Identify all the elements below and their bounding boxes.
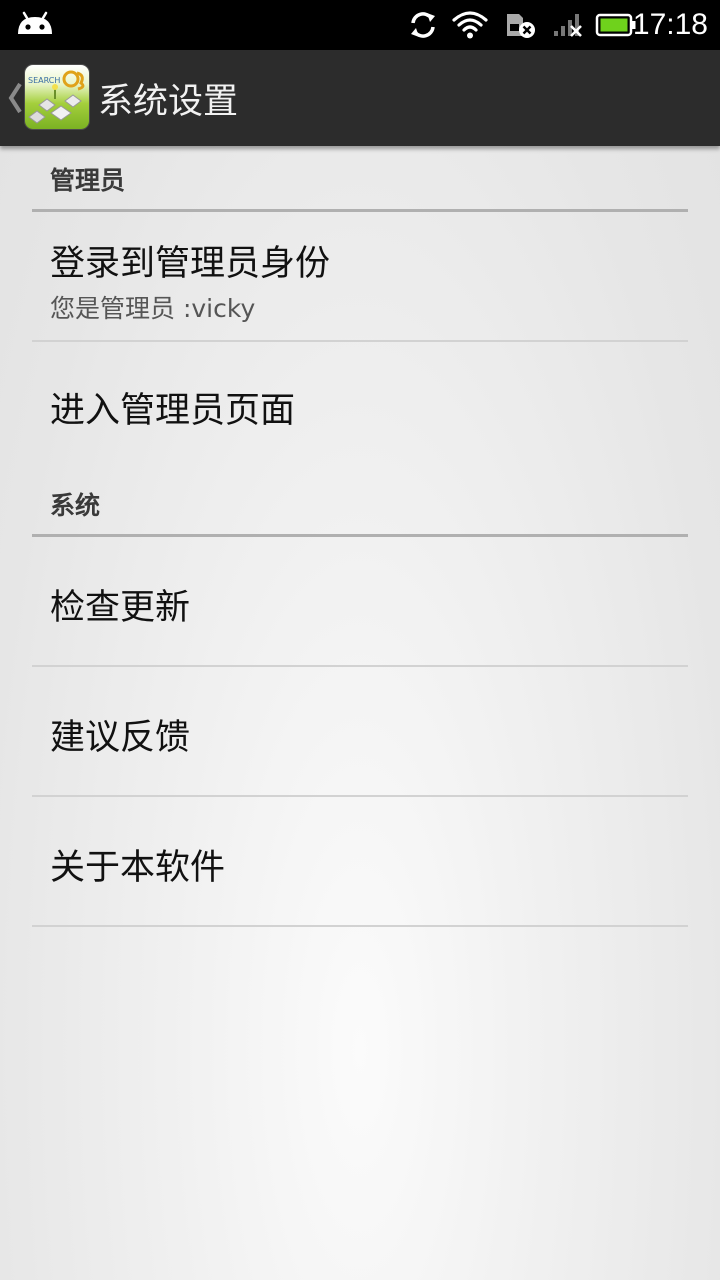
sync-icon — [408, 0, 438, 50]
pref-title: 登录到管理员身份 — [50, 244, 331, 284]
pref-summary: 您是管理员 :vicky — [50, 294, 256, 323]
action-bar: SEARCH 系统设置 — [0, 50, 720, 146]
wifi-icon — [452, 0, 488, 50]
section-header-admin: 管理员 — [32, 146, 688, 212]
app-logo-icon[interactable]: SEARCH — [25, 65, 89, 129]
pref-item-feedback[interactable]: 建议反馈 — [32, 667, 688, 797]
pref-title: 检查更新 — [50, 588, 191, 628]
signal-none-icon — [552, 0, 586, 50]
section-header-label: 系统 — [50, 491, 101, 520]
status-time: 17:18 — [632, 8, 708, 41]
android-icon — [16, 0, 54, 50]
section-header-label: 管理员 — [50, 166, 126, 195]
pref-item-login-admin[interactable]: 登录到管理员身份 您是管理员 :vicky — [32, 209, 688, 342]
pref-item-check-update[interactable]: 检查更新 — [32, 537, 688, 667]
pref-item-about[interactable]: 关于本软件 — [32, 797, 688, 927]
screen-title: 系统设置 — [98, 81, 239, 122]
pref-title: 进入管理员页面 — [50, 391, 296, 431]
pref-title: 关于本软件 — [50, 848, 226, 888]
battery-full-icon — [595, 0, 637, 50]
pref-item-admin-page[interactable]: 进入管理员页面 — [32, 342, 688, 472]
chevron-left-icon[interactable] — [6, 76, 24, 120]
section-header-system: 系统 — [32, 472, 688, 537]
app-logo-text: SEARCH — [28, 76, 60, 85]
status-bar: 17:18 — [0, 0, 720, 50]
pref-title: 建议反馈 — [50, 718, 191, 758]
sim-error-icon — [503, 0, 537, 50]
